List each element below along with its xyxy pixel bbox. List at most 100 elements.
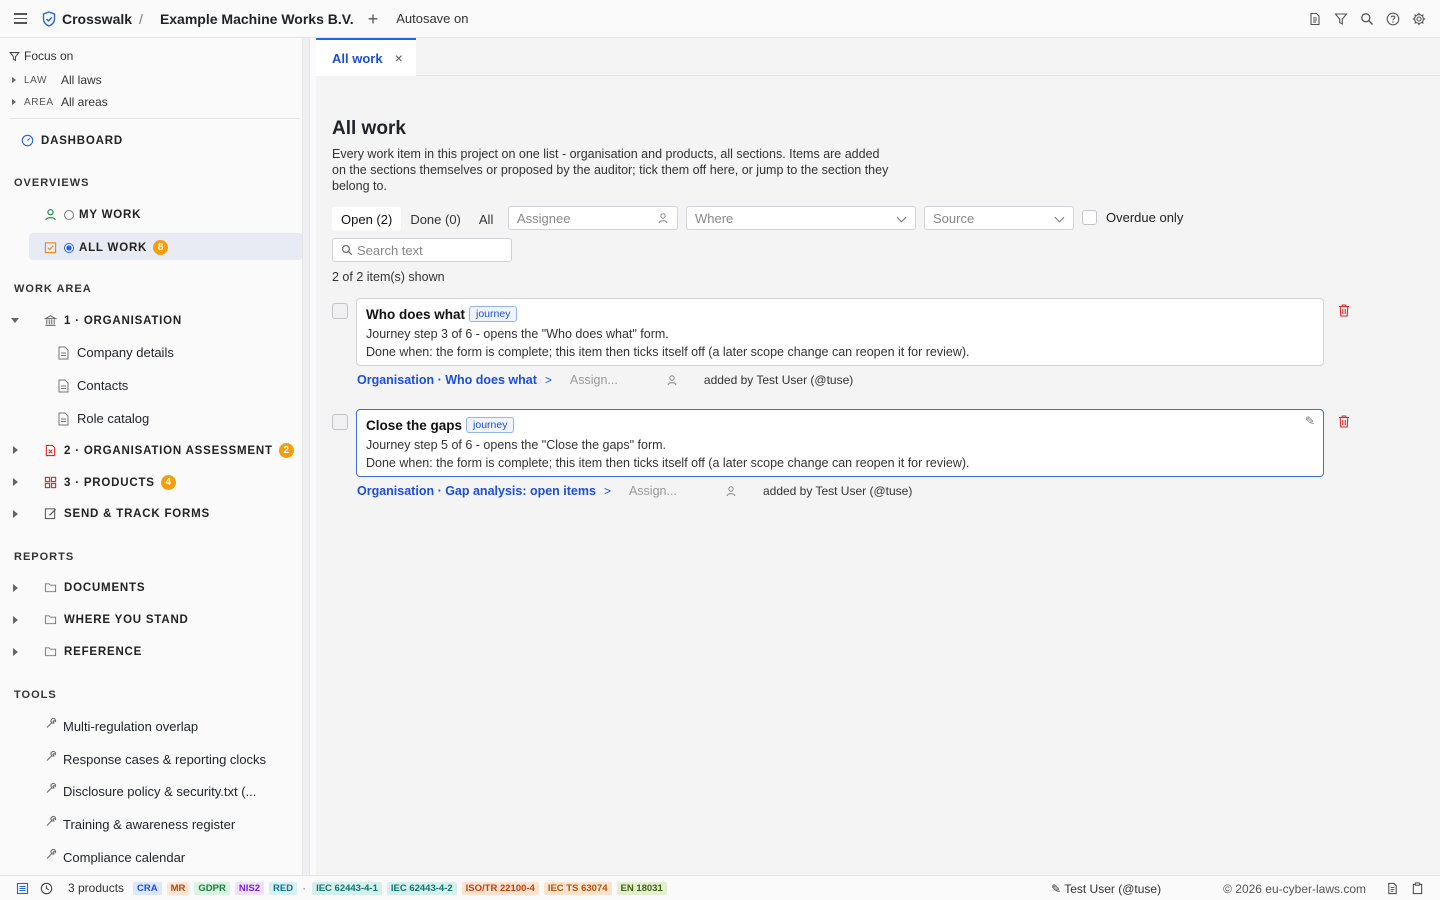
chevron-right-icon[interactable]: > bbox=[545, 373, 552, 387]
item-checkbox[interactable] bbox=[332, 303, 348, 319]
sidebar-item-disclosure-policy[interactable]: Disclosure policy & security.txt (... bbox=[45, 782, 256, 799]
sidebar-item-my-work[interactable]: MY WORK bbox=[44, 208, 141, 222]
section-overviews: OVERVIEWS bbox=[14, 177, 90, 189]
chevron-down-icon[interactable] bbox=[11, 318, 19, 323]
sidebar-item-compliance-calendar[interactable]: Compliance calendar bbox=[45, 848, 185, 865]
journey-tag: journey bbox=[466, 417, 515, 433]
chevron-right-icon[interactable]: > bbox=[604, 484, 611, 498]
added-by: added by Test User (@tuse) bbox=[703, 373, 854, 387]
sidebar-item-organisation[interactable]: 1 · ORGANISATION bbox=[44, 314, 182, 328]
item-checkbox[interactable] bbox=[332, 414, 348, 430]
sidebar-item-role-catalog[interactable]: Role catalog bbox=[57, 411, 149, 426]
standard-pill[interactable]: IEC TS 63074 bbox=[543, 881, 612, 895]
work-item-card[interactable]: Who does what journey Journey step 3 of … bbox=[356, 298, 1324, 366]
source-select[interactable]: Source bbox=[924, 206, 1074, 230]
chevron-right-icon[interactable] bbox=[13, 584, 18, 592]
where-placeholder: Where bbox=[695, 210, 734, 226]
sidebar-item-dashboard[interactable]: DASHBOARD bbox=[21, 134, 123, 148]
work-item-title-text: Who does what bbox=[366, 306, 465, 322]
project-name[interactable]: Example Machine Works B.V. bbox=[160, 11, 354, 27]
chevron-right-icon[interactable] bbox=[13, 648, 18, 656]
search-input[interactable]: Search text bbox=[332, 238, 512, 262]
sidebar-item-organisation-assessment[interactable]: 2 · ORGANISATION ASSESSMENT 2 bbox=[44, 443, 294, 458]
main-content: All work × All work Every work item in t… bbox=[316, 38, 1440, 875]
brand-name[interactable]: Crosswalk bbox=[62, 11, 132, 27]
tab-all-work[interactable]: All work × bbox=[316, 38, 416, 76]
product-count[interactable]: 3 products bbox=[68, 881, 124, 895]
clipboard-alert-icon bbox=[44, 444, 58, 458]
assign-input[interactable]: Assign... bbox=[570, 373, 666, 387]
law-pill[interactable]: RED bbox=[269, 881, 298, 895]
section-link[interactable]: Organisation · Gap analysis: open items bbox=[357, 484, 596, 498]
document-icon[interactable] bbox=[1308, 12, 1322, 26]
sidebar-item-multi-regulation-overlap[interactable]: Multi-regulation overlap bbox=[45, 717, 198, 734]
filter-done-button[interactable]: Done (0) bbox=[401, 207, 470, 231]
filter-open-button[interactable]: Open (2) bbox=[332, 207, 402, 231]
sidebar-item-label: Contacts bbox=[77, 378, 129, 393]
sidebar-item-where-you-stand[interactable]: WHERE YOU STAND bbox=[44, 613, 189, 627]
trash-icon[interactable] bbox=[1338, 304, 1350, 317]
chevron-right-icon[interactable] bbox=[13, 616, 18, 624]
standard-pill[interactable]: IEC 62443-4-2 bbox=[386, 881, 457, 895]
sidebar-item-documents[interactable]: DOCUMENTS bbox=[44, 581, 145, 595]
standard-pill[interactable]: EN 18031 bbox=[616, 881, 667, 895]
search-icon[interactable] bbox=[1360, 12, 1374, 26]
work-item-card[interactable]: Close the gaps journey Journey step 5 of… bbox=[356, 409, 1324, 477]
standard-pill[interactable]: IEC 62443-4-1 bbox=[312, 881, 382, 895]
current-user[interactable]: ✎ Test User (@tuse) bbox=[1051, 882, 1161, 896]
law-pill[interactable]: GDPR bbox=[194, 881, 230, 895]
law-pill[interactable]: MR bbox=[166, 881, 190, 895]
sidebar: Focus on LAW All laws AREA All areas DAS… bbox=[0, 38, 310, 875]
list-icon[interactable] bbox=[16, 882, 29, 895]
sidebar-item-training-register[interactable]: Training & awareness register bbox=[45, 815, 235, 832]
filter-all-button[interactable]: All bbox=[470, 207, 502, 231]
close-icon[interactable]: × bbox=[395, 50, 403, 66]
sidebar-item-all-work[interactable]: ALL WORK 8 bbox=[44, 240, 169, 255]
building-icon bbox=[44, 314, 58, 328]
overdue-only-checkbox[interactable] bbox=[1082, 210, 1097, 225]
help-icon[interactable] bbox=[1386, 12, 1400, 26]
focus-area[interactable]: AREA All areas bbox=[12, 95, 108, 109]
sidebar-item-contacts[interactable]: Contacts bbox=[57, 378, 128, 393]
sidebar-item-label: Company details bbox=[77, 345, 174, 360]
filter-icon[interactable] bbox=[1334, 12, 1348, 26]
where-select[interactable]: Where bbox=[686, 206, 916, 230]
sidebar-item-response-cases[interactable]: Response cases & reporting clocks bbox=[45, 750, 266, 767]
standard-pill[interactable]: ISO/TR 22100-4 bbox=[461, 881, 539, 895]
sidebar-item-reference[interactable]: REFERENCE bbox=[44, 645, 142, 659]
wrench-icon bbox=[45, 782, 57, 794]
clock-icon[interactable] bbox=[40, 882, 53, 895]
add-project-button[interactable]: + bbox=[368, 10, 379, 28]
trash-icon[interactable] bbox=[1338, 415, 1350, 428]
settings-icon[interactable] bbox=[1412, 12, 1426, 26]
clipboard-icon[interactable] bbox=[1411, 882, 1424, 895]
focus-law[interactable]: LAW All laws bbox=[12, 73, 102, 87]
work-item-meta: Organisation · Who does what > Assign...… bbox=[357, 373, 853, 387]
assignee-input[interactable]: Assignee bbox=[508, 206, 678, 230]
focus-area-value: All areas bbox=[61, 95, 108, 109]
sidebar-item-company-details[interactable]: Company details bbox=[57, 345, 174, 360]
chevron-right-icon[interactable] bbox=[13, 478, 18, 486]
law-pill[interactable]: NIS2 bbox=[234, 881, 264, 895]
overdue-only-label[interactable]: Overdue only bbox=[1106, 210, 1183, 225]
sidebar-item-label: SEND & TRACK FORMS bbox=[64, 508, 211, 520]
law-pill[interactable]: CRA bbox=[133, 881, 162, 895]
count-badge: 8 bbox=[153, 240, 169, 255]
section-link[interactable]: Organisation · Who does what bbox=[357, 373, 537, 387]
sidebar-item-label: WHERE YOU STAND bbox=[64, 614, 189, 626]
sidebar-item-label: REFERENCE bbox=[64, 646, 143, 658]
tab-label: All work bbox=[332, 50, 383, 66]
sidebar-item-send-track-forms[interactable]: SEND & TRACK FORMS bbox=[44, 507, 210, 521]
assign-input[interactable]: Assign... bbox=[629, 484, 725, 498]
menu-icon[interactable] bbox=[14, 11, 30, 27]
folder-icon bbox=[44, 613, 58, 627]
work-item-description: Journey step 5 of 6 - opens the "Close t… bbox=[366, 438, 667, 452]
wrench-icon bbox=[45, 750, 57, 762]
pill-separator: · bbox=[302, 881, 307, 895]
autosave-status[interactable]: Autosave on bbox=[396, 11, 468, 26]
edit-icon[interactable]: ✎ bbox=[1305, 414, 1315, 428]
document-icon[interactable] bbox=[1386, 882, 1399, 895]
chevron-right-icon[interactable] bbox=[13, 510, 18, 518]
chevron-right-icon[interactable] bbox=[13, 446, 18, 454]
sidebar-item-products[interactable]: 3 · PRODUCTS 4 bbox=[44, 475, 176, 490]
